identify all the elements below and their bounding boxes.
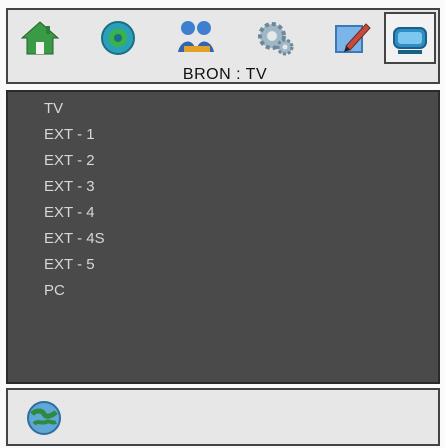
home-icon[interactable] [18, 16, 62, 60]
sound-icon[interactable] [96, 16, 140, 60]
menu-item-ext-3[interactable]: EXT - 3 [44, 174, 105, 200]
source-menu: TV EXT - 1 EXT - 2 EXT - 3 EXT - 4 EXT -… [44, 96, 105, 304]
source-menu-panel: TV EXT - 1 EXT - 2 EXT - 3 EXT - 4 EXT -… [6, 90, 440, 384]
top-toolbar: BRON : TV [6, 8, 440, 84]
picture-icon[interactable] [174, 16, 218, 60]
menu-item-pc[interactable]: PC [44, 278, 105, 304]
menu-item-ext-2[interactable]: EXT - 2 [44, 148, 105, 174]
menu-item-ext-1[interactable]: EXT - 1 [44, 122, 105, 148]
menu-item-ext-4[interactable]: EXT - 4 [44, 200, 105, 226]
edit-icon[interactable] [330, 16, 374, 60]
osd-window: BRON : TV TV EXT - 1 EXT - 2 EXT - 3 EXT… [0, 0, 445, 448]
menu-item-tv[interactable]: TV [44, 96, 105, 122]
bottom-bar [6, 388, 440, 446]
icon-row [18, 12, 436, 66]
source-icon[interactable] [384, 12, 436, 64]
menu-item-ext-5[interactable]: EXT - 5 [44, 252, 105, 278]
source-title: BRON : TV [182, 66, 268, 83]
globe-icon[interactable] [22, 396, 66, 440]
menu-item-ext-4s[interactable]: EXT - 4S [44, 226, 105, 252]
settings-icon[interactable] [252, 16, 296, 60]
